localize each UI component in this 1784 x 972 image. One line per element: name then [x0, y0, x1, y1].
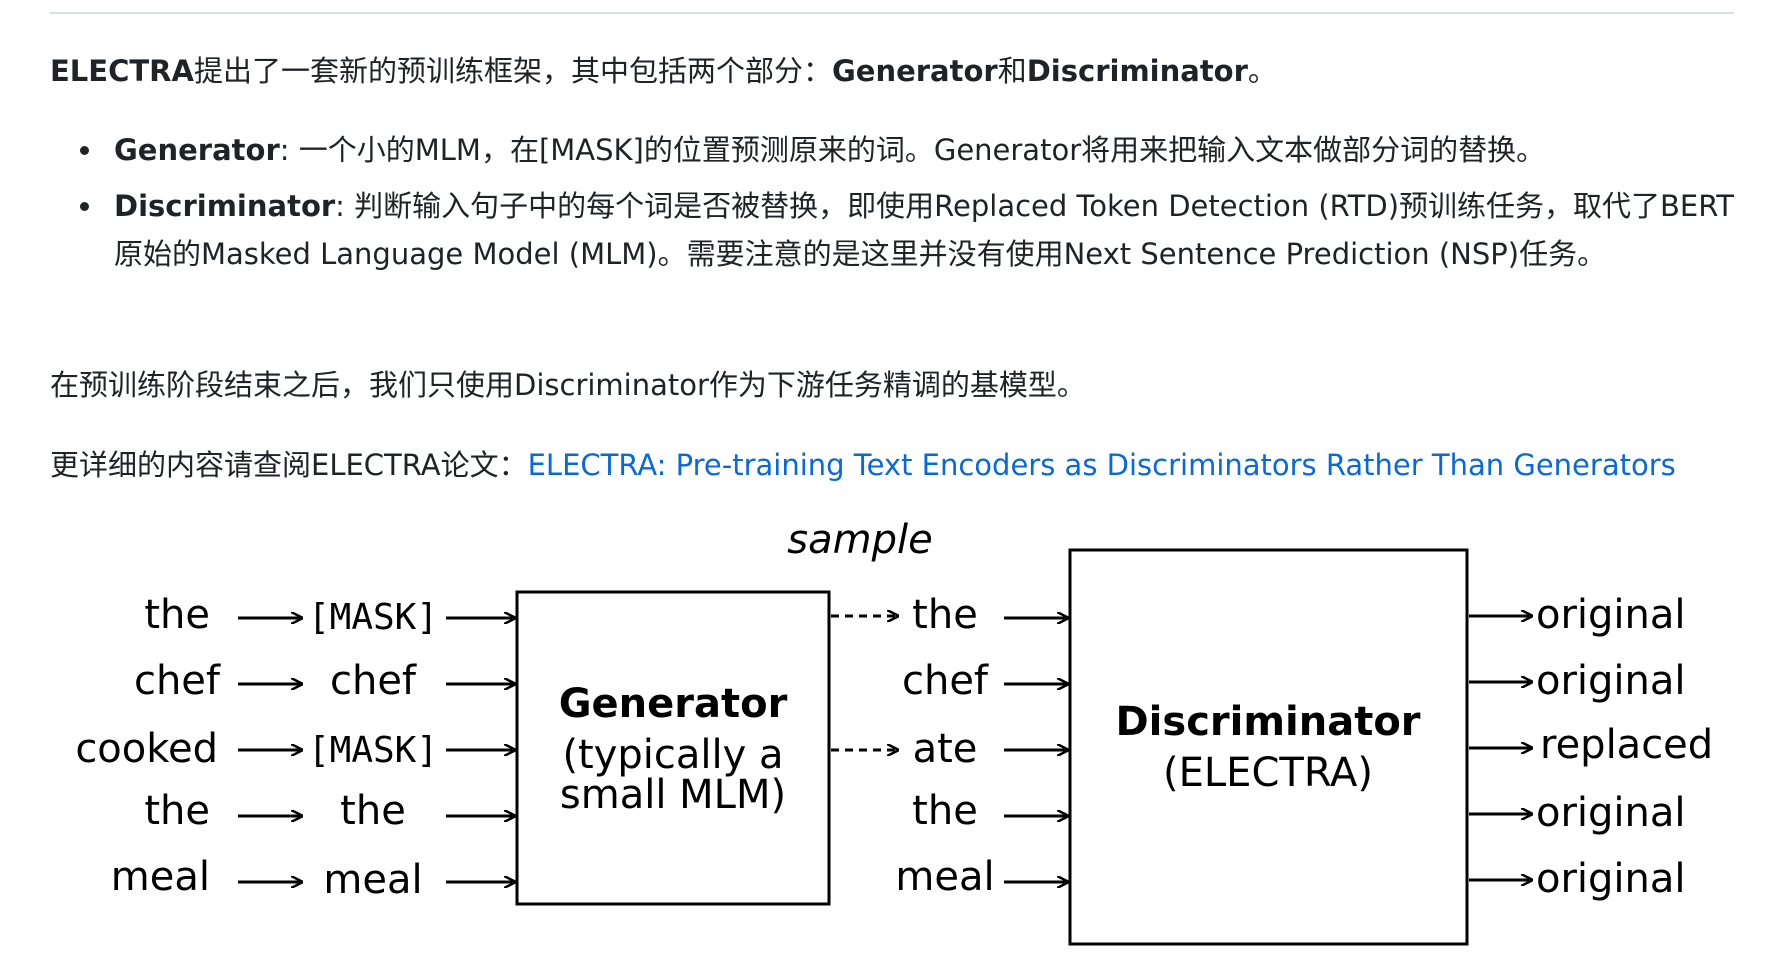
output-labels: original original replaced original orig…	[1536, 592, 1713, 902]
sample-arrows	[831, 616, 898, 750]
output-label: original	[1536, 790, 1686, 836]
masked-token: [MASK]	[308, 597, 438, 638]
sampled-word: the	[912, 788, 978, 834]
electra-diagram: sample the chef cooked the meal [MASK] c…	[75, 517, 1713, 946]
input-word: the	[144, 788, 210, 834]
masked-token: meal	[323, 857, 422, 903]
discriminator-title: Discriminator	[1115, 699, 1420, 745]
input-word: cooked	[75, 726, 218, 772]
output-label: original	[1536, 856, 1686, 902]
generator-title: Generator	[559, 681, 788, 727]
sampled-word: meal	[895, 854, 994, 900]
discriminator-box	[1068, 548, 1469, 946]
input-word: meal	[111, 854, 210, 900]
sampled-word: chef	[902, 658, 989, 704]
discriminator-subtitle: (ELECTRA)	[1163, 750, 1373, 796]
sampled-word: ate	[913, 726, 978, 772]
input-words: the chef cooked the meal	[75, 592, 221, 900]
output-arrows	[1469, 616, 1532, 880]
sampled-words: the chef ate the meal	[895, 592, 994, 900]
masked-tokens: [MASK] chef [MASK] the meal	[308, 597, 438, 903]
discriminator-input-arrows	[1004, 618, 1068, 882]
masked-token: the	[340, 788, 406, 834]
input-word: chef	[134, 658, 221, 704]
output-label: original	[1536, 592, 1686, 638]
sample-label: sample	[787, 517, 932, 563]
output-label: original	[1536, 658, 1686, 704]
input-arrows	[238, 618, 302, 882]
generator-input-arrows	[446, 618, 515, 882]
masked-token: chef	[330, 658, 417, 704]
masked-token: [MASK]	[308, 730, 438, 771]
sampled-word: the	[912, 592, 978, 638]
generator-subtitle: small MLM)	[560, 772, 786, 818]
output-label: replaced	[1540, 722, 1713, 768]
input-word: the	[144, 592, 210, 638]
